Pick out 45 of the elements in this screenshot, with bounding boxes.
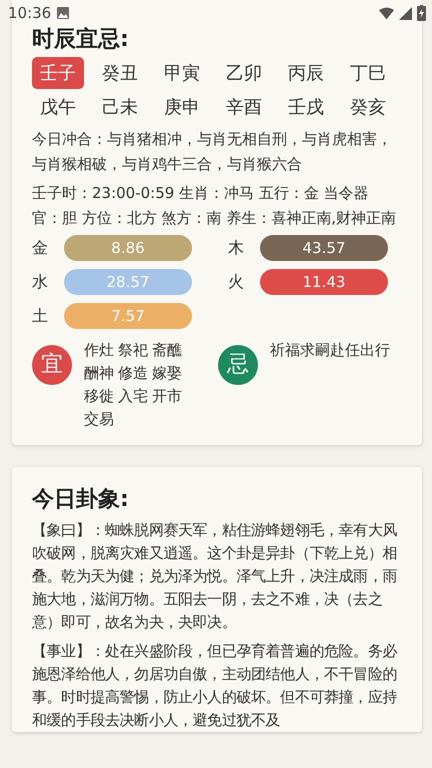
activity-text: 作灶: [84, 340, 114, 361]
element-value-pill: 8.86: [64, 235, 192, 261]
activity-text: 祭祀: [118, 340, 148, 361]
element-label: 水: [32, 272, 49, 292]
section-title: 今日卦象:: [32, 487, 129, 513]
element-value-pill: 11.43: [260, 269, 388, 295]
activity-text: 开市: [152, 386, 182, 407]
wifi-icon: [379, 6, 394, 20]
activity-text: 修造: [118, 363, 148, 384]
hour-tab[interactable]: 甲寅: [156, 57, 208, 89]
activity-text: 酬神: [84, 363, 114, 384]
activity-text: 入宅: [118, 386, 148, 407]
advice-badge: 宜: [32, 345, 72, 385]
element-label: 木: [228, 238, 245, 258]
clock-time: 10:36: [8, 4, 52, 22]
hour-tab[interactable]: 丙辰: [280, 57, 332, 89]
element-value-pill: 7.57: [64, 303, 192, 329]
element-value-pill: 28.57: [64, 269, 192, 295]
hour-tab[interactable]: 癸亥: [342, 91, 394, 123]
hour-tab[interactable]: 壬子: [32, 57, 84, 89]
activity-text: 祈福求嗣赴任出行: [270, 340, 390, 361]
element-value-pill: 43.57: [260, 235, 388, 261]
hour-tab[interactable]: 丁巳: [342, 57, 394, 89]
element-label: 土: [32, 306, 49, 326]
clash-text: 今日冲合：与肖猪相冲，与肖无相自刑，与肖虎相害，与肖猴相破，与肖鸡牛三合，与肖猴六合: [32, 129, 393, 175]
hour-tab[interactable]: 戊午: [32, 91, 84, 123]
element-label: 金: [32, 238, 49, 258]
activity-text: 嫁娶: [152, 363, 182, 384]
activity-text: 交易: [84, 409, 114, 430]
hour-tab[interactable]: 庚申: [156, 91, 208, 123]
paragraph-text: 【象曰】：蜘蛛脱网赛天军，粘住游蜂翅翎毛，幸有大风吹破网，脱离灾难又逍遥。这个卦是异卦（下乾上兑）相叠。乾为天为健；兑为泽为悦。泽气上升，决注成雨，雨施大地，滋润万物。五阳去一阴，去之不难，决（去之意）即可，故名为夬，夬即决。: [32, 521, 398, 633]
advice-badge: 忌: [218, 345, 258, 385]
hour-tab[interactable]: 乙卯: [218, 57, 270, 89]
hour-tab[interactable]: 壬戌: [280, 91, 332, 123]
hour-info-text: 壬子时：23:00-0:59 生肖：冲马 五行：金 当令器官：胆 方位：北方 煞方：南 养生：喜神正南,财神正南: [32, 183, 398, 229]
hour-tab[interactable]: 己未: [94, 91, 146, 123]
hour-tab[interactable]: 辛酉: [218, 91, 270, 123]
image-notification-icon: [57, 7, 70, 19]
hour-tab[interactable]: 癸丑: [94, 57, 146, 89]
element-label: 火: [228, 272, 245, 292]
section-title: 时辰宜忌:: [32, 27, 129, 53]
activity-text: 斋醮: [152, 340, 182, 361]
signal-icon: [398, 6, 413, 20]
activity-text: 移徙: [84, 386, 114, 407]
paragraph-text: 【事业】：处在兴盛阶段，但已孕育着普遍的危险。务必施恩泽给他人，勿居功自傲，主动团结他人，不干冒险的事。时时提高警惕，防止小人的破坏。但不可莽撞，应持和缓的手段去决断小人，避免过犹不及: [32, 642, 398, 731]
